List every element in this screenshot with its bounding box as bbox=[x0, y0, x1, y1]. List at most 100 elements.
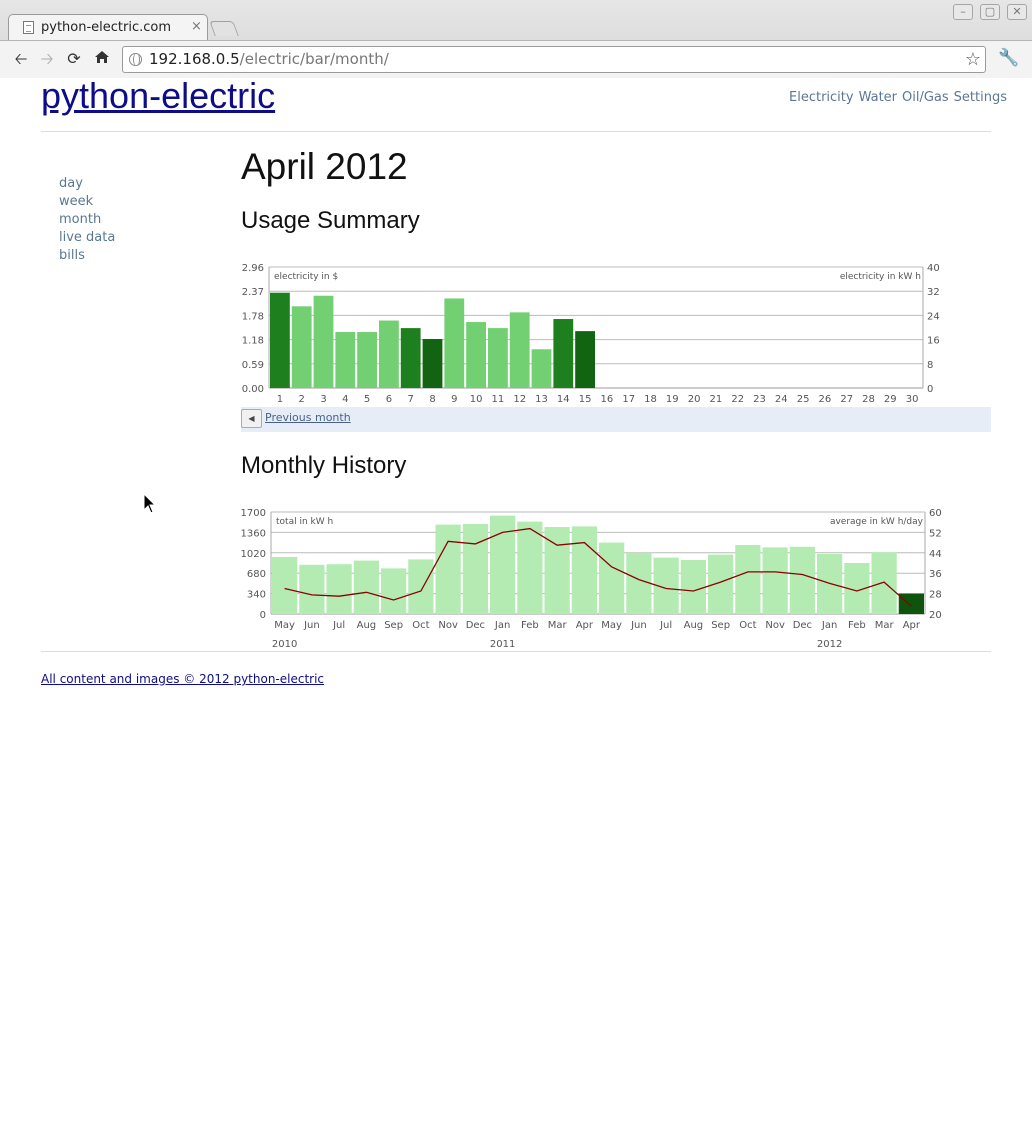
forward-arrow-icon[interactable]: 🡢 bbox=[37, 49, 57, 69]
history-bar bbox=[898, 593, 924, 614]
y-tick-label-right: 16 bbox=[927, 336, 940, 347]
browser-tab[interactable]: python-electric.com × bbox=[8, 14, 208, 40]
x-tick-label: Jun bbox=[303, 620, 320, 631]
close-tab-icon[interactable]: × bbox=[191, 19, 202, 34]
new-tab-button[interactable] bbox=[209, 21, 239, 36]
y-tick-label-left: 1.78 bbox=[242, 311, 264, 322]
month-pager: ◀ Previous month bbox=[241, 407, 991, 432]
close-window-button[interactable]: ✕ bbox=[1007, 4, 1027, 20]
x-tick-label: 13 bbox=[535, 394, 548, 405]
x-tick-label: 6 bbox=[386, 394, 392, 405]
x-tick-label: Oct bbox=[739, 620, 756, 631]
x-tick-label: 14 bbox=[557, 394, 570, 405]
history-bar bbox=[490, 515, 516, 614]
history-bar bbox=[272, 557, 298, 614]
y-tick-label-right: 0 bbox=[927, 384, 933, 395]
usage-bar bbox=[335, 332, 356, 388]
usage-summary-chart: 0.00 0 0.59 8 1.18 16 1.78 24 2.37 32 2.96 40 electr… bbox=[241, 257, 991, 411]
sidebar-item-week[interactable]: week bbox=[59, 193, 115, 211]
footer-divider bbox=[41, 651, 991, 652]
usage-bar bbox=[575, 331, 595, 388]
usage-bar bbox=[531, 349, 552, 388]
x-tick-label: 3 bbox=[320, 394, 326, 405]
history-bar bbox=[517, 521, 543, 614]
usage-bar bbox=[291, 306, 312, 388]
reload-icon[interactable]: ⟳ bbox=[64, 49, 84, 69]
y-tick-label-right: 36 bbox=[929, 569, 942, 580]
site-title-link[interactable]: python-electric bbox=[41, 75, 275, 117]
maximize-button[interactable]: ▢ bbox=[980, 4, 1000, 20]
history-bar bbox=[735, 545, 761, 614]
y-tick-label-left: 0 bbox=[260, 610, 266, 621]
history-bar bbox=[435, 524, 461, 614]
y-tick-label-right: 28 bbox=[929, 590, 942, 601]
minimize-button[interactable]: – bbox=[953, 4, 973, 20]
nav-water[interactable]: Water bbox=[859, 90, 897, 105]
nav-settings[interactable]: Settings bbox=[954, 90, 1007, 105]
address-bar[interactable]: 192.168.0.5/electric/bar/month/ ☆ bbox=[122, 46, 986, 73]
x-tick-label: 15 bbox=[579, 394, 592, 405]
sidebar-item-month[interactable]: month bbox=[59, 211, 115, 229]
usage-bar bbox=[466, 322, 486, 388]
y-tick-label-right: 32 bbox=[927, 287, 940, 298]
sidebar-item-live-data[interactable]: live data bbox=[59, 229, 115, 247]
x-tick-label: Jun bbox=[630, 620, 647, 631]
x-tick-label: 26 bbox=[819, 394, 832, 405]
x-tick-label: 2 bbox=[299, 394, 305, 405]
history-bar bbox=[408, 559, 434, 614]
x-tick-label: Mar bbox=[875, 620, 895, 631]
footer-link[interactable]: All content and images © 2012 python-ele… bbox=[41, 672, 324, 686]
x-tick-label: 16 bbox=[601, 394, 614, 405]
tab-title: python-electric.com bbox=[41, 20, 172, 35]
history-bar bbox=[571, 526, 597, 614]
x-tick-label: Apr bbox=[903, 620, 921, 631]
usage-bar bbox=[553, 319, 574, 388]
previous-arrow-icon[interactable]: ◀ bbox=[241, 409, 262, 428]
x-tick-label: 1 bbox=[277, 394, 283, 405]
usage-bar bbox=[357, 332, 377, 388]
y-tick-label-left: 0.00 bbox=[242, 384, 264, 395]
y-tick-label-left: 1.18 bbox=[242, 336, 264, 347]
monthly-history-heading: Monthly History bbox=[241, 452, 407, 479]
sidebar-item-bills[interactable]: bills bbox=[59, 247, 115, 265]
bookmark-star-icon[interactable]: ☆ bbox=[965, 47, 981, 72]
usage-bar bbox=[509, 312, 530, 388]
history-bar bbox=[326, 564, 352, 614]
wrench-icon[interactable]: 🔧 bbox=[998, 48, 1019, 68]
x-tick-label: Nov bbox=[765, 620, 785, 631]
page-icon bbox=[23, 21, 34, 34]
history-bar bbox=[789, 546, 815, 614]
previous-month-link[interactable]: Previous month bbox=[265, 411, 351, 424]
y-tick-label-left: 0.59 bbox=[242, 360, 264, 371]
x-tick-label: 18 bbox=[644, 394, 657, 405]
y-tick-label-right: 8 bbox=[927, 360, 933, 371]
nav-oil-gas[interactable]: Oil/Gas bbox=[902, 90, 949, 105]
usage-bar bbox=[488, 328, 508, 388]
url-text: 192.168.0.5/electric/bar/month/ bbox=[149, 50, 389, 68]
home-icon[interactable] bbox=[92, 49, 112, 69]
x-tick-label: Sep bbox=[384, 620, 403, 631]
monthly-history-chart: 0 20 340 28 680 36 1020 44 1360 52 1700 60 total in … bbox=[241, 504, 991, 658]
history-bar bbox=[762, 547, 788, 614]
x-tick-label: 24 bbox=[775, 394, 788, 405]
x-tick-label: 5 bbox=[364, 394, 370, 405]
x-tick-label: 22 bbox=[731, 394, 744, 405]
browser-toolbar: 🡠 🡢 ⟳ 192.168.0.5/electric/bar/month/ ☆ … bbox=[0, 40, 1032, 78]
monthly-history-svg: 0 20 340 28 680 36 1020 44 1360 52 1700 60 total in … bbox=[241, 508, 942, 650]
y-tick-label-right: 44 bbox=[929, 549, 942, 560]
y-tick-label-left: 680 bbox=[247, 569, 266, 580]
sidebar-item-day[interactable]: day bbox=[59, 175, 115, 193]
usage-bar bbox=[270, 292, 290, 388]
back-arrow-icon[interactable]: 🡠 bbox=[11, 49, 31, 69]
history-bar bbox=[871, 552, 897, 614]
y-tick-label-right: 40 bbox=[927, 263, 940, 274]
usage-bar bbox=[444, 298, 465, 388]
usage-summary-heading: Usage Summary bbox=[241, 207, 420, 234]
nav-electricity[interactable]: Electricity bbox=[789, 90, 854, 105]
y-tick-label-left: 1360 bbox=[241, 528, 266, 539]
x-tick-label: Dec bbox=[466, 620, 485, 631]
history-bar bbox=[381, 568, 407, 614]
header-divider bbox=[41, 131, 991, 132]
usage-bar bbox=[422, 338, 443, 388]
x-tick-label: 17 bbox=[622, 394, 635, 405]
